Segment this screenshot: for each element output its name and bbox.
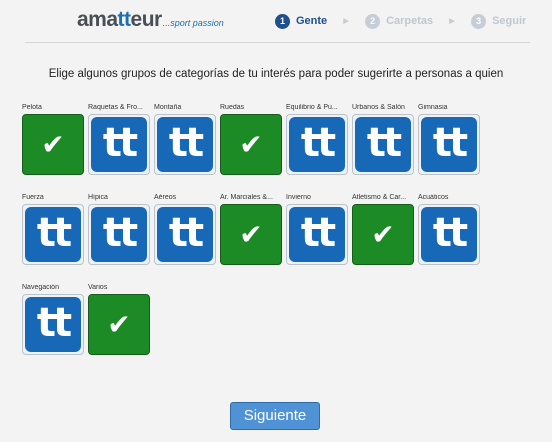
category-tile[interactable]: Montaña tt <box>154 104 216 175</box>
category-box[interactable]: tt <box>352 114 414 175</box>
tt-logo-icon: tt <box>25 207 81 262</box>
category-selected-box[interactable]: ✔ <box>220 114 282 175</box>
category-selected-box[interactable]: ✔ <box>220 204 282 265</box>
checkmark-icon: ✔ <box>371 218 395 251</box>
tt-logo-icon: tt <box>91 117 147 172</box>
category-tile[interactable]: Pelota ✔ <box>22 104 84 175</box>
category-label: Varios <box>88 284 108 291</box>
tt-logo-icon: tt <box>289 117 345 172</box>
category-label: Fuerza <box>22 194 44 201</box>
category-label: Pelota <box>22 104 42 111</box>
category-label: Atletismo & Car... <box>352 194 407 201</box>
category-box[interactable]: tt <box>22 204 84 265</box>
category-box[interactable]: tt <box>418 114 480 175</box>
category-label: Montaña <box>154 104 182 111</box>
chevron-right-icon: ► <box>447 15 458 27</box>
category-box[interactable]: tt <box>154 204 216 265</box>
step-number: 3 <box>471 13 487 29</box>
category-label: Invierno <box>286 194 311 201</box>
checkmark-icon: ✔ <box>107 308 131 341</box>
category-label: Hípica <box>88 194 108 201</box>
category-box[interactable]: tt <box>154 114 216 175</box>
category-tile[interactable]: Aéreos tt <box>154 194 216 265</box>
category-label: Aéreos <box>154 194 177 201</box>
tt-logo-icon: tt <box>289 207 345 262</box>
step-carpetas: 2 Carpetas <box>365 13 434 29</box>
step-number: 1 <box>275 13 290 29</box>
brand-tagline: ...sport passion <box>162 18 224 28</box>
tt-logo-icon: tt <box>421 207 477 262</box>
category-label: Ruedas <box>220 104 245 111</box>
brand-name-part: eur <box>130 8 163 31</box>
category-selected-box[interactable]: ✔ <box>352 204 414 265</box>
category-label: Urbanos & Salón <box>352 104 405 111</box>
checkmark-icon: ✔ <box>239 218 263 251</box>
category-tile[interactable]: Atletismo & Car... ✔ <box>352 194 414 265</box>
brand-name-tt: tt <box>117 8 132 31</box>
step-number: 2 <box>365 13 381 29</box>
step-label: Carpetas <box>386 15 434 27</box>
category-tile[interactable]: Varios ✔ <box>88 284 150 355</box>
tt-logo-icon: tt <box>421 117 477 172</box>
category-box[interactable]: tt <box>286 114 348 175</box>
category-label: Raquetas & Fro... <box>88 104 143 111</box>
header-divider <box>25 42 530 43</box>
category-tile[interactable]: Fuerza tt <box>22 194 84 265</box>
step-label: Seguir <box>492 15 527 27</box>
step-gente: 1 Gente <box>275 13 328 29</box>
wizard-steps: 1 Gente ► 2 Carpetas ► 3 Seguir <box>275 12 526 30</box>
tt-logo-icon: tt <box>157 117 213 172</box>
checkmark-icon: ✔ <box>239 128 263 161</box>
category-label: Ar. Marciales &... <box>220 194 273 201</box>
category-tile[interactable]: Ar. Marciales &... ✔ <box>220 194 282 265</box>
tt-logo-icon: tt <box>25 297 81 352</box>
step-label: Gente <box>296 15 328 27</box>
next-button[interactable]: Siguiente <box>230 402 320 430</box>
intro-text: Elige algunos grupos de categorías de tu… <box>48 68 504 80</box>
tt-logo-icon: tt <box>91 207 147 262</box>
category-label: Equilibrio & Pu... <box>286 104 338 111</box>
tt-logo-icon: tt <box>355 117 411 172</box>
category-tile[interactable]: Gimnasia tt <box>418 104 480 175</box>
category-box[interactable]: tt <box>418 204 480 265</box>
category-tile[interactable]: Hípica tt <box>88 194 150 265</box>
brand-name-part: ama <box>77 8 118 31</box>
step-seguir: 3 Seguir <box>471 13 527 29</box>
brand-logo[interactable]: amatteur...sport passion <box>77 8 224 32</box>
category-box[interactable]: tt <box>286 204 348 265</box>
category-box[interactable]: tt <box>22 294 84 355</box>
category-box[interactable]: tt <box>88 204 150 265</box>
checkmark-icon: ✔ <box>41 128 65 161</box>
category-selected-box[interactable]: ✔ <box>88 294 150 355</box>
category-tile[interactable]: Acuáticos tt <box>418 194 480 265</box>
category-tile[interactable]: Urbanos & Salón tt <box>352 104 414 175</box>
category-selected-box[interactable]: ✔ <box>22 114 84 175</box>
tt-logo-icon: tt <box>157 207 213 262</box>
category-tile[interactable]: Invierno tt <box>286 194 348 265</box>
category-tile[interactable]: Ruedas ✔ <box>220 104 282 175</box>
category-tile[interactable]: Equilibrio & Pu... tt <box>286 104 348 175</box>
category-tile[interactable]: Raquetas & Fro... tt <box>88 104 150 175</box>
category-box[interactable]: tt <box>88 114 150 175</box>
category-tile[interactable]: Navegación tt <box>22 284 84 355</box>
category-label: Gimnasia <box>418 104 448 111</box>
category-label: Acuáticos <box>418 194 449 201</box>
chevron-right-icon: ► <box>341 15 352 27</box>
header: amatteur...sport passion 1 Gente ► 2 Car… <box>0 0 552 44</box>
category-label: Navegación <box>22 284 59 291</box>
